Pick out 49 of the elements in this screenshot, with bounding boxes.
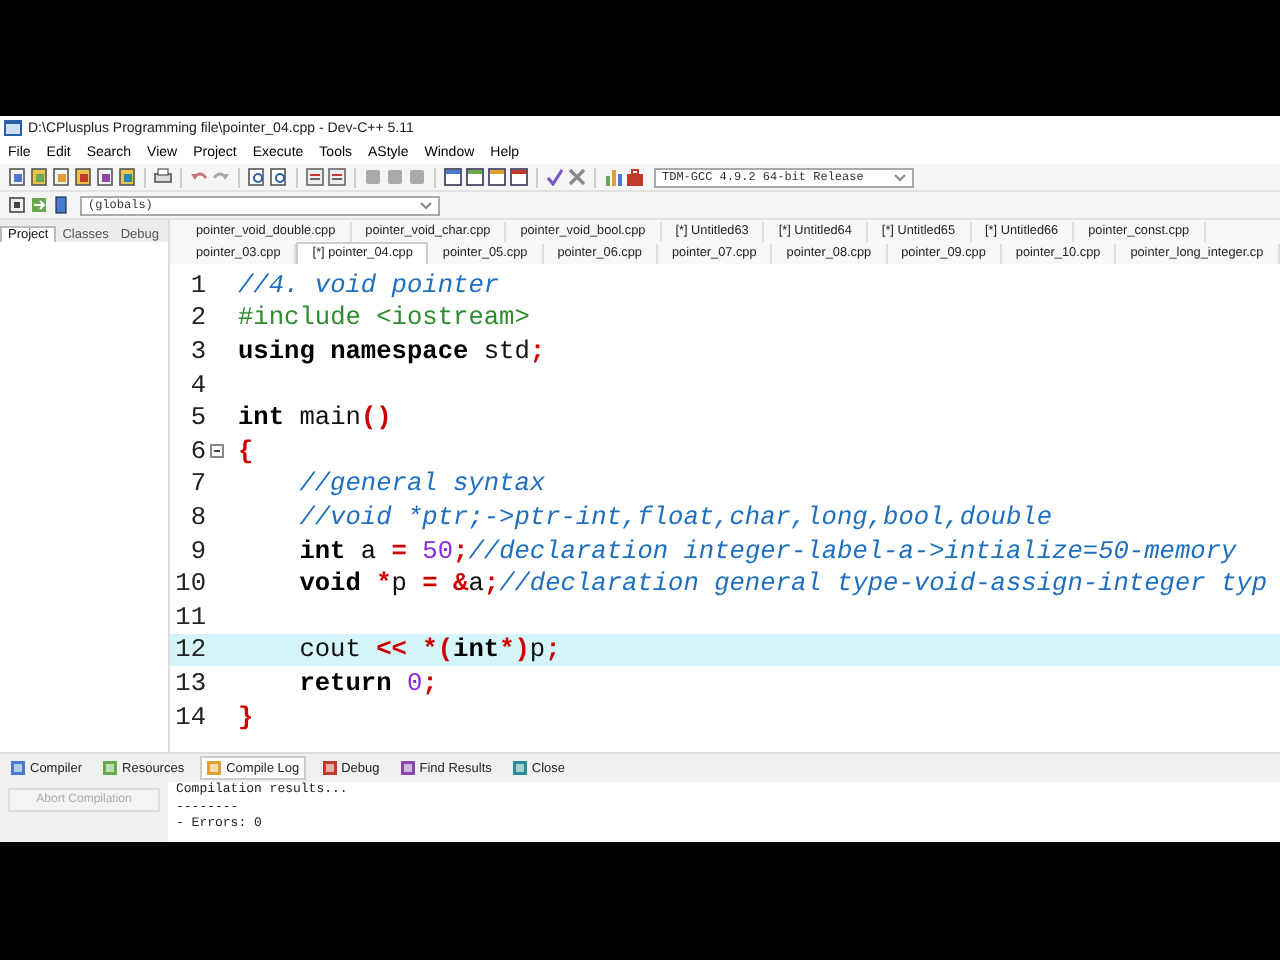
code-line: void *p = &a;//declaration general type-void-assign-integer typ	[297, 568, 1268, 599]
code-line: }	[238, 701, 254, 732]
tab-icon[interactable]	[511, 760, 528, 776]
chart-icon[interactable]	[604, 168, 622, 186]
tab-icon[interactable]	[399, 760, 416, 776]
line-number: 5	[188, 402, 206, 433]
code-line: cout << *(int*)p;	[297, 634, 561, 665]
window-layout-icon[interactable]	[466, 168, 484, 186]
line-number: 9	[188, 535, 206, 566]
window-layout-icon[interactable]	[488, 168, 506, 186]
code-line: //general syntax	[297, 468, 546, 499]
code-line: //void *ptr;->ptr-int,float,char,long,bool,double	[297, 501, 1052, 532]
dropdown-caret-icon[interactable]	[894, 173, 906, 181]
code-line: int a = 50;//declaration integer-label-a->intialize=50-memory	[297, 535, 1237, 566]
print-icon[interactable]	[154, 168, 172, 186]
code-line: int main()	[238, 402, 392, 433]
tab-icon[interactable]	[321, 760, 338, 776]
line-number: 7	[188, 468, 206, 499]
line-number: 2	[188, 302, 206, 333]
code-line: return 0;	[297, 667, 438, 698]
line-number: 4	[188, 369, 206, 400]
tab-icon[interactable]	[102, 760, 119, 776]
code-line: //4. void pointer	[238, 269, 500, 300]
dropdown-caret-icon[interactable]	[420, 201, 432, 209]
check-icon[interactable]	[546, 168, 564, 186]
line-number: 8	[188, 501, 206, 532]
line-number: 11	[173, 601, 206, 632]
app-icon	[4, 120, 22, 136]
window-layout-icon[interactable]	[444, 168, 462, 186]
line-number: 13	[173, 667, 206, 698]
code-line: #include <iostream>	[238, 302, 530, 333]
line-number: 1	[188, 269, 206, 300]
indent-icon[interactable]	[306, 168, 324, 186]
code-line: {	[238, 435, 254, 466]
find-icon[interactable]	[248, 168, 266, 186]
class-icon[interactable]	[8, 196, 26, 214]
line-number: 10	[173, 568, 206, 599]
toolbox-icon[interactable]	[626, 168, 644, 186]
find-icon[interactable]	[270, 168, 288, 186]
line-number: 3	[188, 335, 206, 366]
code-line: using namespace std;	[238, 335, 546, 366]
tab-icon[interactable]	[10, 760, 26, 776]
line-number: 12	[173, 634, 206, 665]
fold-toggle-icon[interactable]	[210, 443, 224, 458]
indent-icon[interactable]	[328, 168, 346, 186]
window-layout-icon[interactable]	[510, 168, 528, 186]
line-number: 6	[188, 435, 206, 466]
line-number: 14	[173, 701, 206, 732]
cross-icon[interactable]	[568, 168, 586, 186]
